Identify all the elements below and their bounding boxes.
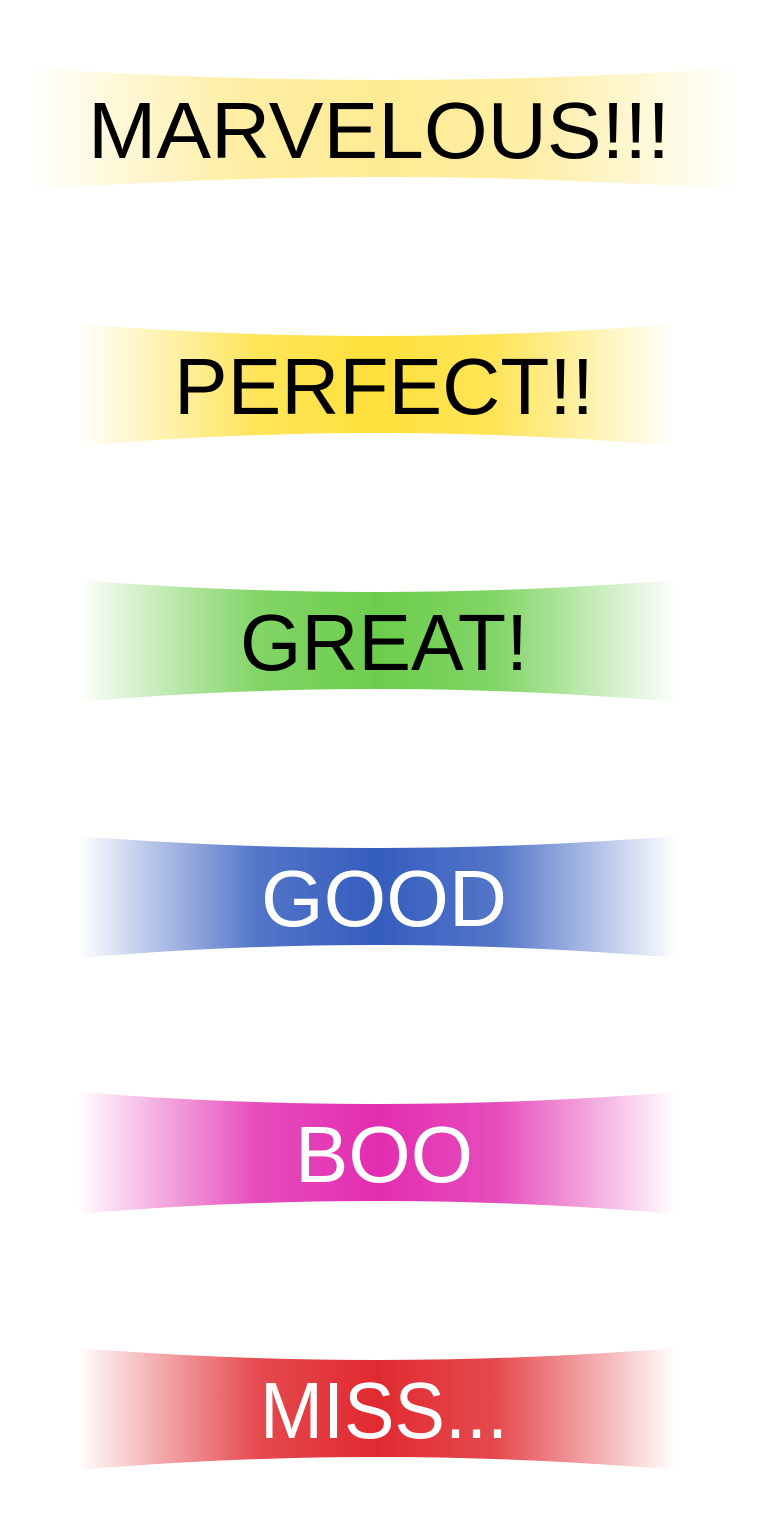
judgment-label: GOOD (261, 854, 507, 943)
judgment-label: BOO (295, 1110, 473, 1199)
judgment-sprite-sheet: MARVELOUS!!! PERFECT!! GREAT! GOOD BOO MISS..… (30, 68, 735, 1470)
judgment-label: MARVELOUS!!! (88, 86, 670, 175)
judgment-label: GREAT! (240, 598, 528, 687)
judgment-label: PERFECT!! (174, 342, 594, 431)
judgment-label: MISS... (260, 1366, 508, 1455)
